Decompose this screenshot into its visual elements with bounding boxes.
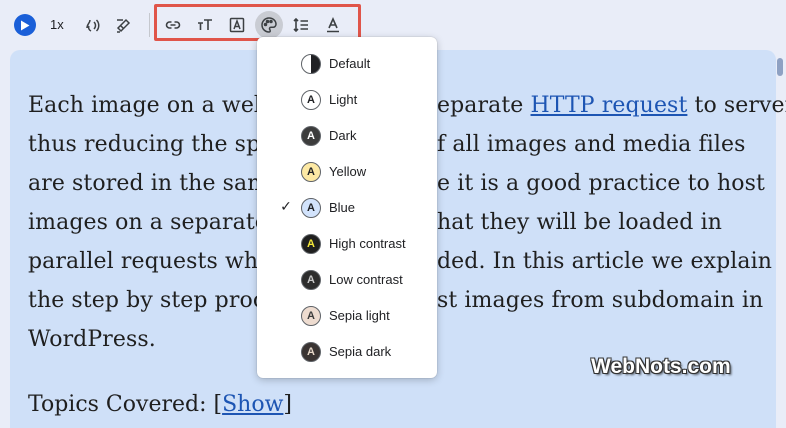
highlight-annotation-box: [154, 4, 361, 41]
color-theme-option[interactable]: A Yellow: [257, 154, 437, 190]
article-line: hat they will be loaded in: [437, 210, 722, 235]
color-theme-option[interactable]: A Light: [257, 82, 437, 118]
article-line: eparate HTTP request to server: [437, 93, 786, 118]
article-line: e it is a good practice to host: [437, 171, 765, 196]
color-theme-option-label: High contrast: [329, 236, 406, 251]
play-icon: [21, 20, 30, 30]
color-theme-option-label: Sepia light: [329, 308, 390, 323]
color-theme-option[interactable]: A Low contrast: [257, 262, 437, 298]
theme-swatch-icon: A: [301, 342, 321, 362]
theme-swatch-icon: A: [301, 126, 321, 146]
watermark: WebNots.com: [591, 355, 731, 378]
color-theme-option-label: Sepia dark: [329, 344, 392, 359]
theme-swatch-icon: A: [301, 234, 321, 254]
highlight-button[interactable]: [108, 10, 138, 40]
theme-swatch-icon: A: [301, 270, 321, 290]
color-theme-option-label: Dark: [329, 128, 357, 143]
theme-swatch-icon: A: [301, 306, 321, 326]
highlighter-icon: [116, 18, 131, 33]
checkmark-icon: ✓: [280, 199, 292, 215]
article-line: st images from subdomain in: [437, 288, 764, 313]
article-line: ded. In this article we explain: [437, 249, 773, 274]
color-theme-option[interactable]: ✓ A Blue: [257, 190, 437, 226]
color-theme-option-label: Default: [329, 56, 371, 71]
scrollbar-thumb[interactable]: [777, 58, 783, 76]
color-theme-menu: Default A Light A Dark A Yellow ✓ A Blue A High con…: [257, 37, 437, 378]
color-theme-option[interactable]: Default: [257, 46, 437, 82]
color-theme-option[interactable]: A Sepia light: [257, 298, 437, 334]
color-theme-option[interactable]: A Sepia dark: [257, 334, 437, 370]
speed-button[interactable]: 1x: [50, 14, 64, 36]
topics-covered: Topics Covered: [Show]: [28, 392, 292, 417]
color-theme-option[interactable]: A High contrast: [257, 226, 437, 262]
theme-swatch-icon: [301, 54, 321, 74]
theme-swatch-icon: A: [301, 162, 321, 182]
theme-swatch-icon: A: [301, 198, 321, 218]
voice-button[interactable]: [77, 10, 107, 40]
http-request-link[interactable]: HTTP request: [531, 93, 688, 118]
article-paragraph-right: eparate HTTP request to server f all ima…: [437, 86, 786, 320]
voice-icon: [86, 19, 100, 32]
color-theme-option-label: Low contrast: [329, 272, 403, 287]
color-theme-option-label: Blue: [329, 200, 356, 215]
toolbar-divider: [149, 13, 150, 37]
play-button[interactable]: [14, 14, 36, 36]
article-line: f all images and media files: [437, 132, 746, 157]
topics-show-link[interactable]: Show: [222, 392, 283, 417]
color-theme-option-label: Light: [329, 92, 358, 107]
theme-swatch-icon: A: [301, 90, 321, 110]
color-theme-option[interactable]: A Dark: [257, 118, 437, 154]
color-theme-option-label: Yellow: [329, 164, 367, 179]
